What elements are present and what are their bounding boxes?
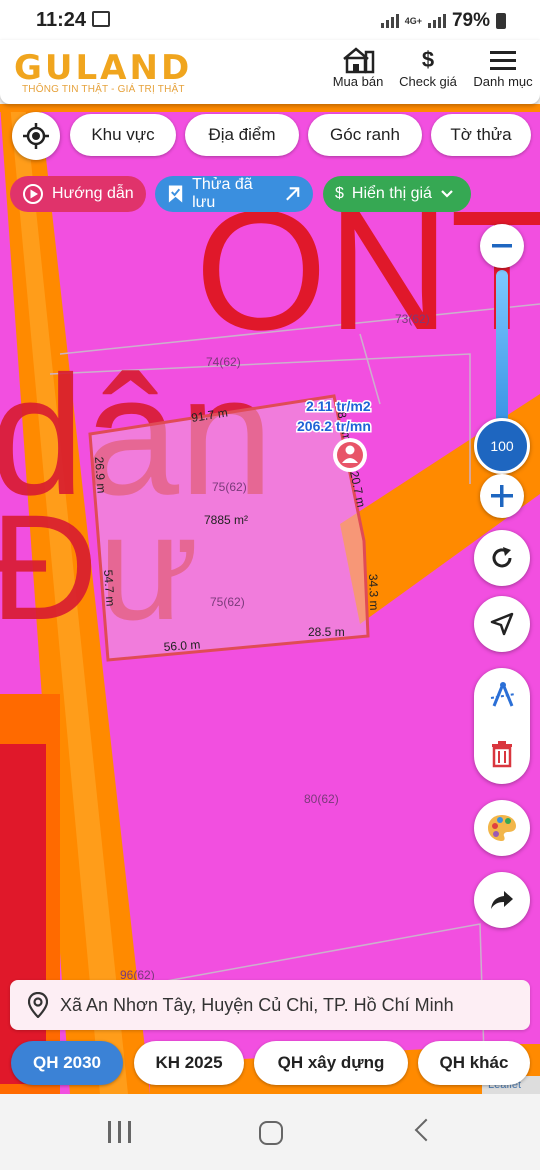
chip-area[interactable]: Khu vực [70, 114, 176, 156]
check-price-label: Check giá [399, 74, 457, 89]
buy-sell-label: Mua bán [332, 74, 384, 89]
status-time: 11:24 [36, 9, 87, 31]
trash-icon [492, 741, 512, 768]
saved-label: Thửa đã lưu [192, 176, 253, 211]
arrow-up-right-icon [286, 187, 300, 201]
edge-length: 26.9 m [92, 456, 109, 494]
signal-icon-2 [427, 14, 446, 28]
map-layer: ONT dân Đư 73(62) 74(62) 75(62) 75(62) 8… [0, 104, 540, 1094]
share-button[interactable] [474, 872, 530, 928]
guide-label: Hướng dẫn [52, 185, 134, 202]
locate-button[interactable] [12, 112, 60, 160]
system-nav-bar [0, 1094, 540, 1170]
compass-measure-icon [490, 682, 516, 707]
road-top [0, 104, 540, 112]
zoom-in-button[interactable] [480, 474, 524, 518]
parcel-label: 73(62) [395, 312, 430, 326]
chip-location[interactable]: Địa điểm [185, 114, 299, 156]
palette-icon [488, 815, 516, 841]
parcel-label: 74(62) [206, 355, 241, 369]
app-header: GULAND THÔNG TIN THẬT - GIÁ TRỊ THẬT Mua… [0, 40, 540, 104]
price-per-m2: 2.11 tr/m2 [306, 398, 371, 414]
tab-qh-xay-dung[interactable]: QH xây dựng [254, 1041, 408, 1085]
parcel-label: 80(62) [304, 792, 339, 806]
tab-qh-khac[interactable]: QH khác [418, 1041, 530, 1085]
chip-corner[interactable]: Góc ranh [308, 114, 422, 156]
red-zone-left [0, 744, 46, 1084]
zoom-slider-knob[interactable]: 100 [474, 418, 530, 474]
menu-icon [470, 46, 536, 74]
delete-drawing-button[interactable] [490, 740, 514, 773]
gallery-notification-icon [92, 11, 110, 27]
navigate-button[interactable] [474, 596, 530, 652]
map-canvas[interactable]: ONT dân Đư 73(62) 74(62) 75(62) 75(62) 8… [0, 104, 540, 1094]
show-price-button[interactable]: $ Hiển thị giá [323, 176, 471, 212]
battery-icon [496, 13, 506, 29]
store-icon [330, 46, 386, 74]
recent-apps-icon[interactable] [108, 1121, 131, 1143]
edge-length: 34.3 m [366, 574, 381, 611]
address-bar[interactable]: Xã An Nhơn Tây, Huyện Củ Chi, TP. Hồ Chí… [10, 980, 530, 1030]
crosshair-icon [23, 123, 49, 149]
map-style-button[interactable] [474, 800, 530, 856]
show-price-label: Hiển thị giá [351, 185, 432, 202]
parcel-area: 7885 m² [204, 513, 248, 527]
menu-button[interactable]: Danh mục [470, 46, 536, 89]
bookmark-icon [168, 185, 183, 203]
parcel-marker-icon[interactable] [333, 438, 367, 472]
menu-label: Danh mục [473, 74, 533, 89]
dollar-icon: $ [421, 47, 435, 72]
tab-qh-2030[interactable]: QH 2030 [11, 1041, 123, 1085]
chip-sheet-parcel[interactable]: Tờ thửa [431, 114, 531, 156]
edge-length: 56.0 m [163, 637, 201, 654]
guland-logo[interactable]: GULAND [14, 48, 192, 88]
network-type: 4G+ [404, 15, 422, 26]
measure-tool-button[interactable] [488, 680, 518, 715]
guide-button[interactable]: Hướng dẫn [10, 176, 146, 212]
check-price-button[interactable]: $ Check giá [396, 46, 460, 89]
dollar-icon: $ [335, 185, 344, 202]
edge-length: 28.5 m [308, 625, 345, 639]
refresh-icon [492, 547, 512, 568]
address-text: Xã An Nhơn Tây, Huyện Củ Chi, TP. Hồ Chí… [60, 994, 454, 1015]
saved-parcels-button[interactable]: Thửa đã lưu [155, 176, 313, 212]
battery-percent: 79% [451, 10, 490, 31]
signal-icon [380, 14, 399, 28]
chevron-down-icon [441, 190, 453, 198]
logo-tagline: THÔNG TIN THẬT - GIÁ TRỊ THẬT [22, 84, 185, 95]
play-circle-icon [23, 184, 43, 204]
draw-tools-group [474, 668, 530, 784]
share-arrow-icon [491, 891, 513, 909]
parcel-label: 75(62) [210, 595, 245, 609]
buy-sell-button[interactable]: Mua bán [330, 46, 386, 89]
zoom-out-button[interactable] [480, 224, 524, 268]
home-icon[interactable] [259, 1121, 283, 1145]
navigation-arrow-icon [490, 612, 514, 636]
refresh-button[interactable] [474, 530, 530, 586]
back-icon[interactable] [414, 1118, 438, 1142]
edge-length: 54.7 m [101, 569, 118, 607]
status-indicators: 4G+ 79% [380, 10, 506, 32]
selected-parcel[interactable] [88, 394, 370, 662]
minus-icon [492, 244, 512, 248]
status-bar: 11:24 4G+ 79% [0, 0, 540, 40]
tab-kh-2025[interactable]: KH 2025 [134, 1041, 244, 1085]
location-pin-icon [28, 992, 48, 1018]
parcel-label: 75(62) [212, 480, 247, 494]
plus-icon [491, 485, 513, 507]
price-per-mn: 206.2 tr/mn [297, 418, 371, 434]
